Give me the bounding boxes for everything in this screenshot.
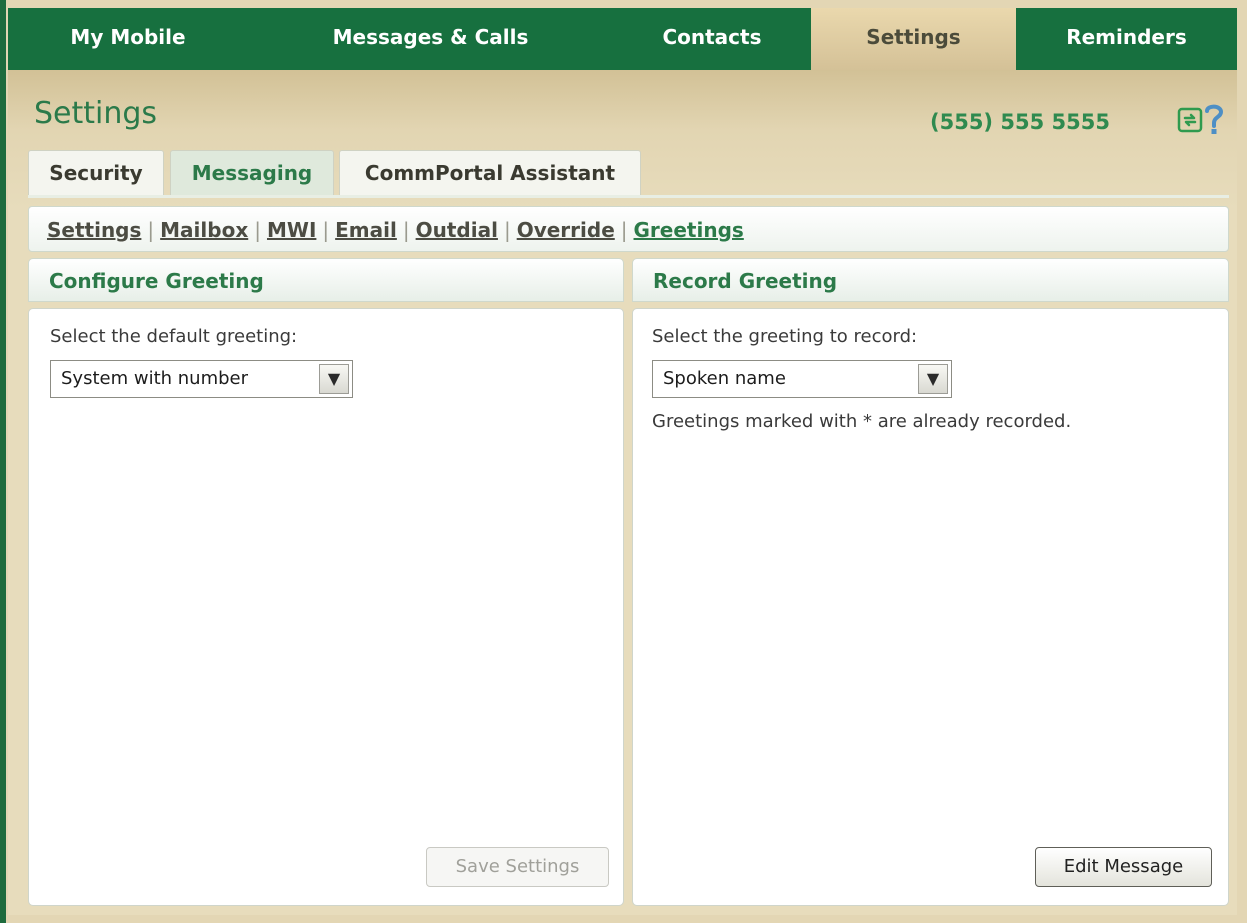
record-greeting-value: Spoken name [663,368,786,389]
nav-tab-my-mobile[interactable]: My Mobile [8,8,248,70]
chevron-down-icon[interactable]: ▼ [918,364,948,394]
separator: | [254,218,261,242]
nav-tab-reminders[interactable]: Reminders [1016,8,1237,70]
save-settings-button[interactable]: Save Settings [426,847,609,887]
nav-tab-settings[interactable]: Settings [811,8,1016,70]
link-email[interactable]: Email [335,218,397,242]
configure-greeting-heading: Configure Greeting [28,258,624,302]
separator: | [503,218,511,242]
nav-tab-messages-calls[interactable]: Messages & Calls [248,8,613,70]
edit-message-button[interactable]: Edit Message [1035,847,1212,887]
link-outdial[interactable]: Outdial [416,218,498,242]
default-greeting-label: Select the default greeting: [50,326,298,347]
phone-number: (555) 555 5555 [930,110,1110,134]
record-greeting-label: Select the greeting to record: [652,326,918,347]
page-title: Settings [34,96,158,131]
link-override[interactable]: Override [517,218,615,242]
link-mwi[interactable]: MWI [267,218,316,242]
default-greeting-select[interactable]: System with number ▼ [50,360,353,398]
record-greeting-select[interactable]: Spoken name ▼ [652,360,952,398]
link-greetings[interactable]: Greetings [634,218,744,242]
tab-security[interactable]: Security [28,150,164,195]
separator: | [402,218,410,242]
main-navigation: My Mobile Messages & Calls Contacts Sett… [8,8,1237,70]
record-greeting-heading: Record Greeting [632,258,1229,302]
link-settings[interactable]: Settings [47,218,141,242]
help-icon[interactable] [1201,102,1227,136]
recorded-note: Greetings marked with * are already reco… [652,411,1072,432]
messaging-links-bar: Settings | Mailbox | MWI | Email | Outdial | Overr… [28,206,1229,252]
separator: | [620,218,628,242]
default-greeting-value: System with number [61,368,249,389]
separator: | [322,218,330,242]
tab-commportal-assistant[interactable]: CommPortal Assistant [339,150,641,195]
refresh-icon[interactable] [1176,106,1204,134]
separator: | [147,218,155,242]
chevron-down-icon[interactable]: ▼ [319,364,349,394]
tab-messaging[interactable]: Messaging [170,150,334,195]
nav-tab-contacts[interactable]: Contacts [613,8,811,70]
tab-underline [28,195,1229,198]
link-mailbox[interactable]: Mailbox [160,218,248,242]
